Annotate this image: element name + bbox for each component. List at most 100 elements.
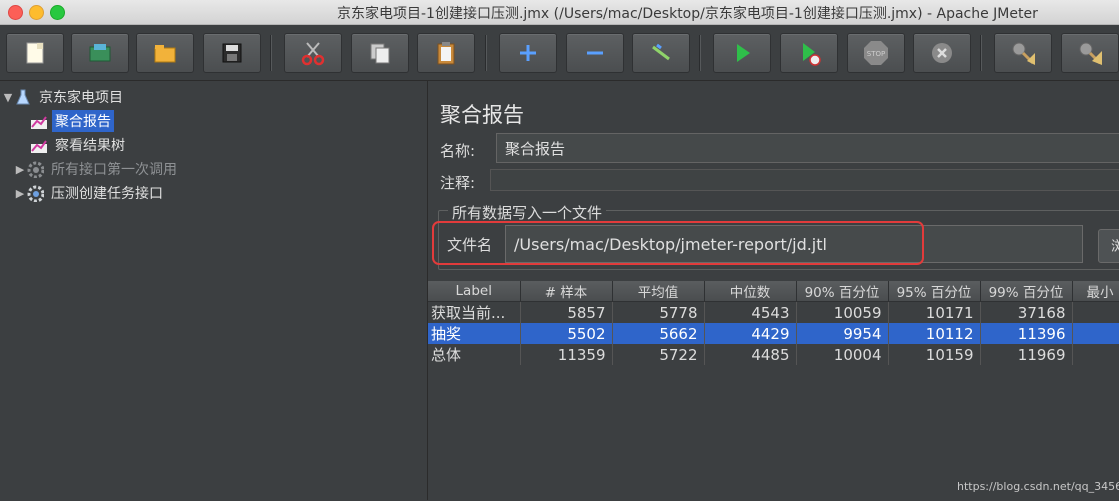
cell-min: [1072, 323, 1119, 344]
cell-average: 5778: [612, 301, 705, 323]
name-label: 名称:: [440, 142, 476, 160]
column-header[interactable]: # 样本: [520, 281, 613, 302]
cell-median: 4485: [704, 344, 797, 365]
browse-button[interactable]: 浏: [1098, 229, 1119, 263]
table-header: Label # 样本 平均值 中位数 90% 百分位 95% 百分位 99% 百…: [428, 281, 1119, 302]
tree-item-label: 聚合报告: [52, 110, 114, 132]
panel-title: 聚合报告: [440, 103, 524, 127]
comment-label: 注释:: [440, 174, 476, 192]
minus-icon: [587, 51, 603, 55]
cell-p99: 11969: [980, 344, 1073, 365]
table-row[interactable]: 抽奖 5502 5662 4429 9954 10112 11396: [428, 323, 1119, 344]
cell-p90: 9954: [796, 323, 889, 344]
expanded-arrow-icon[interactable]: ▼: [2, 91, 14, 104]
test-plan-tree: ▼ 京东家电项目 聚合报告 察看结果树 ▶ 所有接口第一次调用 ▶ 压测创建任务…: [0, 81, 412, 500]
clear-all-button[interactable]: [1061, 33, 1119, 73]
cut-button[interactable]: [284, 33, 342, 73]
highlight-annotation: [432, 221, 924, 265]
paste-button[interactable]: [417, 33, 475, 73]
tree-item-label: 所有接口第一次调用: [51, 162, 177, 178]
cell-median: 4429: [704, 323, 797, 344]
cell-p90: 10059: [796, 301, 889, 323]
tree-item-label: 察看结果树: [55, 138, 125, 154]
tree-item-first-call[interactable]: ▶ 所有接口第一次调用: [14, 158, 425, 180]
cell-average: 5662: [612, 323, 705, 344]
name-field-value: 聚合报告: [505, 139, 566, 158]
start-no-pauses-button[interactable]: [780, 33, 838, 73]
window-maximize-button[interactable]: [50, 5, 65, 20]
collapsed-arrow-icon[interactable]: ▶: [14, 163, 26, 176]
tree-item-view-results[interactable]: 察看结果树: [30, 134, 441, 156]
copy-icon: [370, 43, 390, 64]
start-button[interactable]: [713, 33, 771, 73]
column-header[interactable]: 最小: [1072, 281, 1119, 302]
aggregate-report-panel: 聚合报告 名称: 聚合报告 注释: 所有数据写入一个文件 文件名 /Users/…: [428, 81, 1119, 501]
play-icon: [737, 44, 750, 62]
cell-samples: 5502: [520, 323, 613, 344]
copy-button[interactable]: [351, 33, 409, 73]
cell-min: [1072, 344, 1119, 365]
new-document-icon: [26, 42, 44, 64]
play-no-timers-icon: [803, 43, 821, 66]
write-to-file-legend: 所有数据写入一个文件: [448, 202, 607, 223]
paste-clipboard-icon: [437, 42, 455, 65]
tree-item-create-task[interactable]: ▶ 压测创建任务接口: [14, 182, 425, 204]
window-close-button[interactable]: [8, 5, 23, 20]
cell-min: [1072, 301, 1119, 323]
collapse-button[interactable]: [566, 33, 624, 73]
shutdown-icon: [932, 43, 952, 63]
open-folder-icon: [154, 45, 176, 63]
stop-sign-icon: STOP: [864, 41, 888, 65]
open-button[interactable]: [136, 33, 194, 73]
table-row[interactable]: 总体 11359 5722 4485 10004 10159 11969: [428, 344, 1119, 365]
cell-p99: 11396: [980, 323, 1073, 344]
templates-icon: [89, 44, 111, 62]
save-button[interactable]: [203, 33, 261, 73]
name-field[interactable]: 聚合报告: [496, 133, 1119, 163]
cell-p99: 37168: [980, 301, 1073, 323]
new-button[interactable]: [6, 33, 64, 73]
toggle-wand-icon: [652, 43, 670, 61]
shutdown-button[interactable]: [913, 33, 971, 73]
watermark-text: https://blog.csdn.net/qq_34565900: [957, 480, 1119, 493]
cell-p95: 10171: [888, 301, 981, 323]
results-table: Label # 样本 平均值 中位数 90% 百分位 95% 百分位 99% 百…: [428, 281, 1119, 365]
broom-clear-icon: [1012, 42, 1035, 65]
collapsed-arrow-icon[interactable]: ▶: [14, 187, 26, 200]
save-disk-icon: [222, 43, 242, 63]
report-chart-icon: [31, 140, 47, 153]
broom-clear-all-icon: [1079, 42, 1102, 65]
column-header[interactable]: 平均值: [612, 281, 705, 302]
column-header[interactable]: 中位数: [704, 281, 797, 302]
clear-button[interactable]: [994, 33, 1052, 73]
thread-group-gear-icon: [27, 161, 44, 178]
cell-label: 总体: [428, 344, 521, 365]
tree-root[interactable]: ▼ 京东家电项目: [2, 86, 413, 108]
comment-field[interactable]: [490, 169, 1119, 191]
window-titlebar: 京东家电项目-1创建接口压测.jmx (/Users/mac/Desktop/京…: [0, 0, 1119, 25]
stop-button[interactable]: STOP: [847, 33, 905, 73]
table-row[interactable]: 获取当前... 5857 5778 4543 10059 10171 37168: [428, 301, 1119, 323]
tree-root-label: 京东家电项目: [39, 90, 123, 106]
column-header[interactable]: 90% 百分位: [796, 281, 889, 302]
expand-button[interactable]: [499, 33, 557, 73]
toolbar: STOP: [0, 25, 1119, 81]
report-chart-icon: [31, 116, 47, 129]
column-header[interactable]: 99% 百分位: [980, 281, 1073, 302]
window-title: 京东家电项目-1创建接口压测.jmx (/Users/mac/Desktop/京…: [337, 6, 1038, 22]
scissors-icon: [301, 42, 325, 66]
templates-button[interactable]: [71, 33, 129, 73]
browse-button-label: 浏: [1111, 239, 1119, 255]
column-header[interactable]: Label: [428, 281, 521, 302]
cell-median: 4543: [704, 301, 797, 323]
cell-label: 抽奖: [428, 323, 521, 344]
split-pane-divider[interactable]: [411, 81, 428, 500]
cell-p90: 10004: [796, 344, 889, 365]
tree-item-label: 压测创建任务接口: [51, 186, 163, 202]
toggle-button[interactable]: [632, 33, 690, 73]
cell-p95: 10159: [888, 344, 981, 365]
window-minimize-button[interactable]: [29, 5, 44, 20]
tree-item-aggregate-report[interactable]: 聚合报告: [30, 110, 411, 132]
thread-group-gear-icon: [27, 185, 44, 202]
column-header[interactable]: 95% 百分位: [888, 281, 981, 302]
